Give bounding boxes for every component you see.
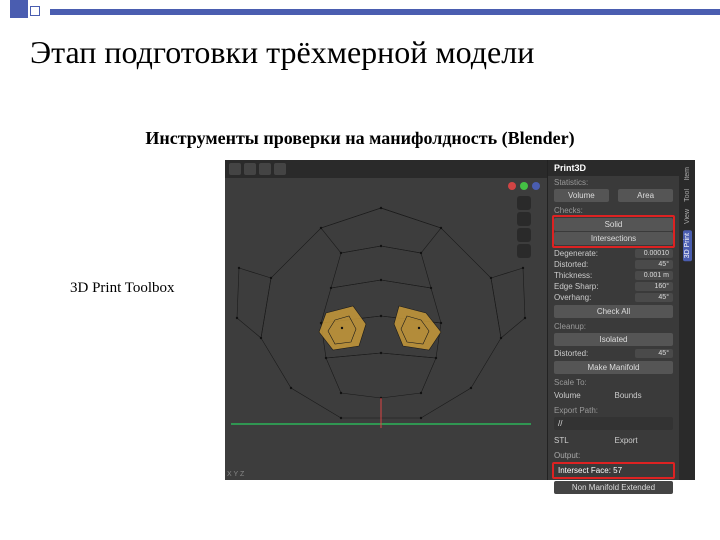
panel-title: Print3D bbox=[548, 160, 679, 176]
axis-z-icon bbox=[532, 182, 540, 190]
make-manifold-button[interactable]: Make Manifold bbox=[554, 361, 673, 374]
distorted-value[interactable]: 45° bbox=[635, 260, 673, 269]
highlight-result: Intersect Face: 57 bbox=[552, 462, 675, 479]
degenerate-label: Degenerate: bbox=[554, 249, 598, 258]
tab-view[interactable]: View bbox=[683, 206, 692, 227]
tab-tool[interactable]: Tool bbox=[683, 186, 692, 205]
scaleto-label: Scale To: bbox=[548, 376, 679, 387]
tab-3dprint[interactable]: 3D Print bbox=[683, 230, 692, 261]
exportpath-label: Export Path: bbox=[548, 404, 679, 415]
area-button[interactable]: Area bbox=[618, 189, 673, 202]
overlay-toggle-icon[interactable] bbox=[259, 163, 271, 175]
shading-icon[interactable] bbox=[274, 163, 286, 175]
slide-decoration bbox=[0, 0, 720, 24]
volume-button[interactable]: Volume bbox=[554, 189, 609, 202]
scale-bounds-button[interactable]: Bounds bbox=[615, 389, 674, 402]
scale-volume-button[interactable]: Volume bbox=[554, 389, 613, 402]
n-panel-tabs: Item Tool View 3D Print bbox=[679, 160, 695, 480]
distorted2-value[interactable]: 45° bbox=[635, 349, 673, 358]
mode-selector-icon[interactable] bbox=[244, 163, 256, 175]
tool-name-label: 3D Print Toolbox bbox=[70, 280, 175, 297]
intersect-result[interactable]: Intersect Face: 57 bbox=[558, 466, 622, 475]
edgesharp-value[interactable]: 160° bbox=[635, 282, 673, 291]
overhang-value[interactable]: 45° bbox=[635, 293, 673, 302]
slide-subtitle: Инструменты проверки на манифолдность (B… bbox=[40, 128, 680, 149]
overhang-label: Overhang: bbox=[554, 293, 591, 302]
tab-item[interactable]: Item bbox=[683, 164, 692, 184]
distorted2-label: Distorted: bbox=[554, 349, 588, 358]
cleanup-label: Cleanup: bbox=[548, 320, 679, 331]
checks-label: Checks: bbox=[548, 204, 679, 215]
axis-label: X Y Z bbox=[227, 471, 244, 478]
suzanne-mesh[interactable] bbox=[231, 198, 531, 428]
format-select[interactable]: STL bbox=[554, 434, 613, 447]
axis-y-icon bbox=[520, 182, 528, 190]
blender-window: X Y Z Print3D Statistics: Volume Area Ch… bbox=[225, 160, 695, 480]
solid-button[interactable]: Solid bbox=[554, 218, 673, 231]
isolated-button[interactable]: Isolated bbox=[554, 333, 673, 346]
degenerate-value[interactable]: 0.00010 bbox=[635, 249, 673, 258]
thickness-label: Thickness: bbox=[554, 271, 592, 280]
nonmanifold-result[interactable]: Non Manifold Extended bbox=[554, 481, 673, 494]
intersections-button[interactable]: Intersections bbox=[554, 232, 673, 245]
viewport-header bbox=[225, 160, 547, 178]
export-path-field[interactable]: // bbox=[554, 417, 673, 430]
axis-x-icon bbox=[508, 182, 516, 190]
slide-title: Этап подготовки трёхмерной модели bbox=[30, 34, 690, 71]
edgesharp-label: Edge Sharp: bbox=[554, 282, 598, 291]
deco-square-filled bbox=[10, 0, 28, 18]
editor-type-icon[interactable] bbox=[229, 163, 241, 175]
viewport-3d[interactable]: X Y Z bbox=[225, 160, 547, 480]
deco-bar bbox=[50, 9, 720, 15]
distorted-label: Distorted: bbox=[554, 260, 588, 269]
n-panel-print3d: Print3D Statistics: Volume Area Checks: … bbox=[547, 160, 679, 480]
check-all-button[interactable]: Check All bbox=[554, 305, 673, 318]
output-label: Output: bbox=[548, 449, 679, 462]
export-button[interactable]: Export bbox=[615, 434, 674, 447]
thickness-value[interactable]: 0.001 m bbox=[635, 271, 673, 280]
deco-square-outline bbox=[30, 6, 40, 16]
statistics-label: Statistics: bbox=[548, 176, 679, 187]
highlight-checks: Solid Intersections bbox=[552, 215, 675, 248]
